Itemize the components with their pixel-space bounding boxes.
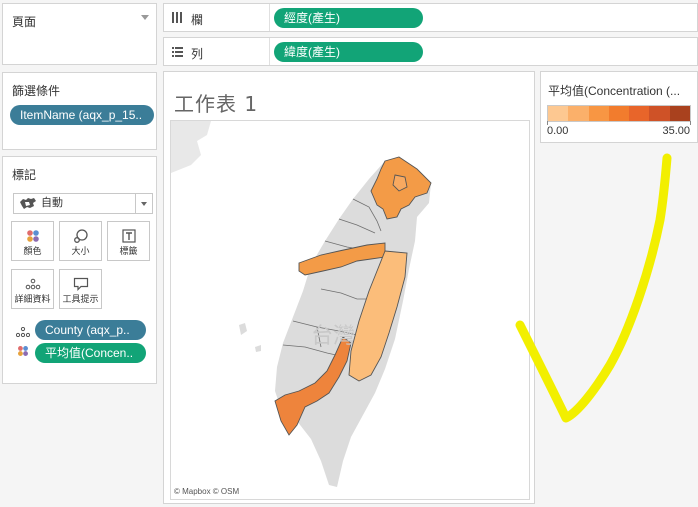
- legend-swatch: [629, 106, 650, 121]
- label-icon: [108, 227, 149, 244]
- marks-pill-avg-concentration[interactable]: 平均值(Concen..: [35, 343, 146, 363]
- color-button[interactable]: 顏色: [11, 221, 54, 261]
- legend-swatch: [669, 106, 690, 121]
- legend-swatch: [649, 106, 670, 121]
- label-button[interactable]: 標籤: [107, 221, 150, 261]
- legend-tick: [690, 121, 691, 125]
- rows-shelf[interactable]: 列 緯度(產生): [163, 37, 698, 66]
- size-button-label: 大小: [71, 246, 90, 256]
- legend-swatch: [608, 106, 630, 121]
- sheet-title: 工作表 1: [174, 92, 259, 116]
- columns-label: 欄: [191, 13, 204, 27]
- taiwan-map: 台灣: [171, 121, 432, 487]
- map-canvas[interactable]: 台灣 © Mapbox © OSM: [170, 120, 530, 500]
- worksheet-view: 工作表 1 台灣 © Mapbox © OSM: [163, 71, 535, 504]
- marks-panel: 標記 自動 顏色 大小 標籤 詳細資料 工具提示 County (aqx_p..…: [2, 156, 157, 384]
- legend-swatch: [568, 106, 589, 121]
- marks-pill-county[interactable]: County (aqx_p..: [35, 320, 146, 340]
- shelf-divider: [269, 4, 270, 31]
- columns-pill-longitude[interactable]: 經度(產生): [274, 8, 423, 28]
- legend-swatch: [548, 106, 569, 121]
- shelf-divider: [269, 38, 270, 65]
- label-button-label: 標籤: [119, 246, 138, 256]
- pages-panel[interactable]: 頁面: [2, 3, 157, 65]
- rows-label: 列: [191, 47, 204, 61]
- mark-type-label: 自動: [41, 197, 63, 209]
- legend-min-value: 0.00: [547, 125, 569, 137]
- detail-button[interactable]: 詳細資料: [11, 269, 54, 309]
- tooltip-button-label: 工具提示: [62, 294, 99, 304]
- mark-type-dropdown[interactable]: 自動: [13, 193, 153, 214]
- tooltip-button[interactable]: 工具提示: [59, 269, 102, 309]
- map-attribution: © Mapbox © OSM: [174, 487, 240, 496]
- detail-icon: [15, 324, 31, 342]
- legend-title: 平均值(Concentration (...: [548, 84, 681, 98]
- columns-shelf[interactable]: 欄 經度(產生): [163, 3, 698, 32]
- legend-max-value: 35.00: [662, 125, 690, 137]
- legend-color-ramp: [547, 105, 691, 122]
- chevron-down-icon[interactable]: [135, 194, 152, 213]
- marks-title: 標記: [12, 168, 37, 182]
- detail-button-label: 詳細資料: [14, 294, 51, 304]
- legend-swatch: [588, 106, 609, 121]
- columns-icon: [171, 11, 183, 29]
- filters-title: 篩選條件: [12, 84, 61, 98]
- size-icon: [60, 227, 101, 244]
- tooltip-icon: [60, 275, 101, 292]
- pages-title: 頁面: [12, 15, 37, 29]
- filter-pill-itemname[interactable]: ItemName (aqx_p_15..: [10, 105, 154, 125]
- detail-icon: [12, 275, 53, 292]
- filters-panel[interactable]: 篩選條件 ItemName (aqx_p_15..: [2, 72, 157, 150]
- size-button[interactable]: 大小: [59, 221, 102, 261]
- rows-pill-latitude[interactable]: 緯度(產生): [274, 42, 423, 62]
- color-button-label: 顏色: [23, 246, 42, 256]
- color-dots-icon: [17, 344, 29, 362]
- color-dots-icon: [12, 227, 53, 244]
- color-legend[interactable]: 平均值(Concentration (... 0.00 35.00: [540, 71, 698, 143]
- map-icon: [19, 197, 37, 217]
- map-watermark: 台灣: [311, 324, 355, 349]
- chevron-down-icon[interactable]: [141, 15, 149, 20]
- rows-icon: [171, 45, 184, 63]
